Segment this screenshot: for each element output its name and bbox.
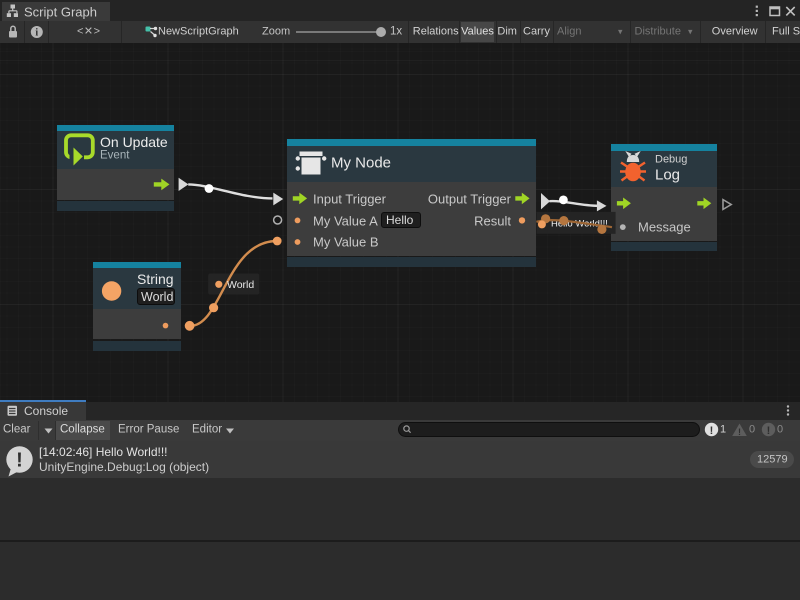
svg-text:World: World bbox=[227, 279, 254, 291]
svg-text:!: ! bbox=[767, 425, 771, 437]
svg-text:!: ! bbox=[710, 425, 714, 437]
svg-text:!: ! bbox=[738, 427, 741, 437]
svg-text:!: ! bbox=[16, 450, 23, 472]
svg-text:i: i bbox=[35, 28, 38, 39]
